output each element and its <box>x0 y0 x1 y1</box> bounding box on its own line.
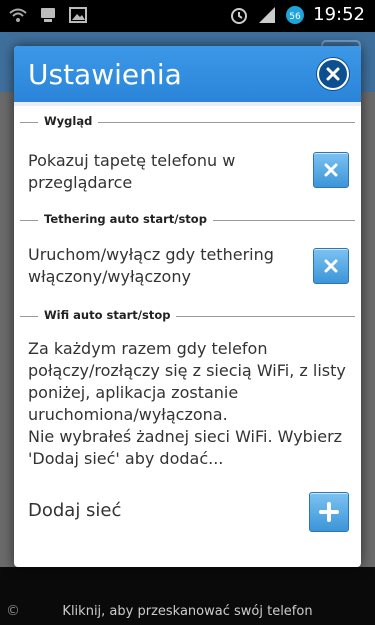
add-network-label: Dodaj sieć <box>28 500 122 521</box>
tethering-setting-label: Uruchom/wyłącz gdy tethering włączony/wy… <box>28 245 274 286</box>
cross-icon <box>324 259 338 273</box>
wifi-description: Za każdym razem gdy telefon połączy/rozł… <box>28 339 346 468</box>
background-footer: © Kliknij, aby przeskanować swój telefon <box>0 567 375 625</box>
add-network-button[interactable] <box>309 492 349 532</box>
wallpaper-setting-row[interactable]: Pokazuj tapetę telefonu w przeglądarce <box>14 134 361 208</box>
wallpaper-setting-label: Pokazuj tapetę telefonu w przeglądarce <box>28 151 236 192</box>
status-bar: 56 19:52 <box>0 0 375 32</box>
device-icon <box>38 5 58 25</box>
settings-dialog: Ustawienia Wygląd Pokazuj tapetę telefon… <box>14 46 361 567</box>
data-56-icon: 56 <box>285 5 305 25</box>
image-icon <box>68 5 88 25</box>
wifi-section-body: Za każdym razem gdy telefon połączy/rozł… <box>14 328 361 548</box>
svg-text:56: 56 <box>289 12 301 22</box>
dialog-title: Ustawienia <box>28 58 182 91</box>
tethering-toggle-button[interactable] <box>313 248 349 284</box>
section-header-wyglad: Wygląd <box>14 110 361 134</box>
section-header-wifi: Wifi auto start/stop <box>14 304 361 328</box>
close-button[interactable] <box>317 58 349 90</box>
wifi-question-icon <box>8 5 28 25</box>
alarm-icon <box>229 5 249 25</box>
tethering-setting-row[interactable]: Uruchom/wyłącz gdy tethering włączony/wy… <box>14 232 361 304</box>
section-label: Wifi auto start/stop <box>38 308 177 322</box>
wallpaper-toggle-button[interactable] <box>313 152 349 188</box>
cross-icon <box>324 163 338 177</box>
section-header-tethering: Tethering auto start/stop <box>14 208 361 232</box>
signal-icon <box>257 5 277 25</box>
status-time: 19:52 <box>313 4 365 25</box>
background-footer-text: Kliknij, aby przeskanować swój telefon <box>62 604 313 619</box>
close-icon <box>326 67 340 81</box>
dialog-header: Ustawienia <box>14 46 361 106</box>
plus-icon <box>319 502 339 522</box>
section-label: Wygląd <box>38 114 99 128</box>
section-label: Tethering auto start/stop <box>38 212 213 226</box>
